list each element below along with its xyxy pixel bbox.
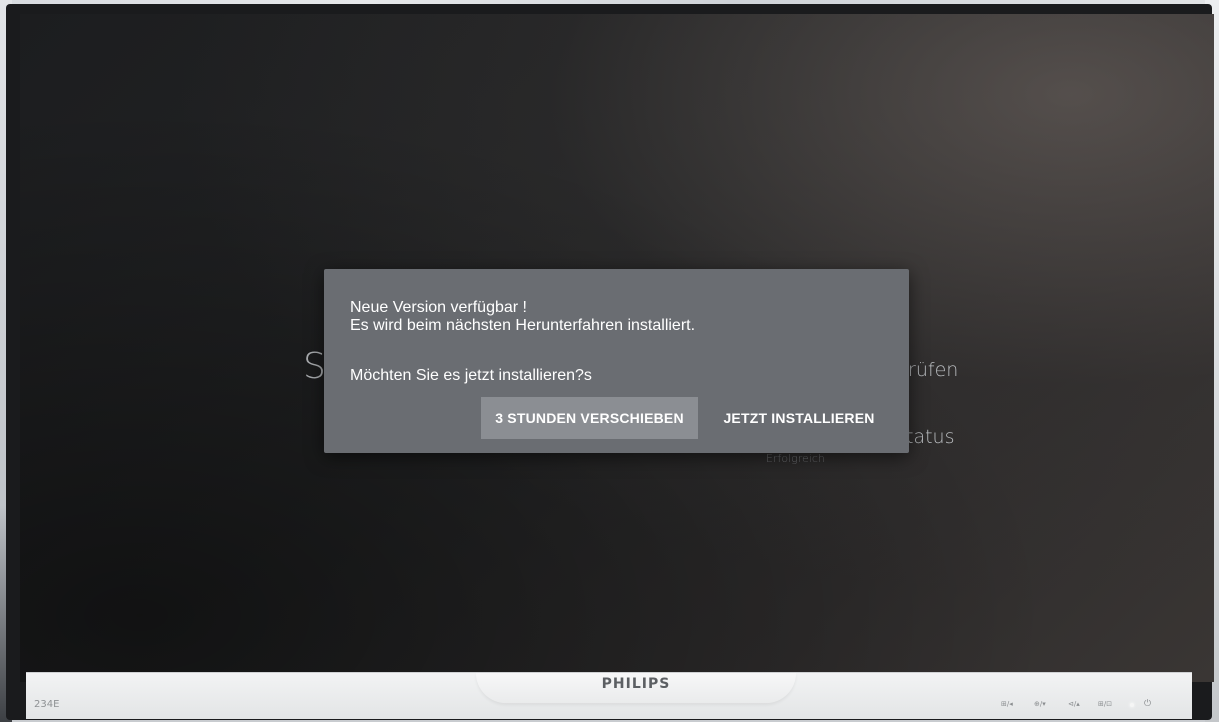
dialog-message: Es wird beim nächsten Herunterfahren ins… bbox=[350, 317, 696, 334]
dialog-question: Möchten Sie es jetzt installieren?s bbox=[350, 367, 592, 384]
monitor-bottom-bezel: PHILIPS 234E ⊞/◂ ⊕/▾ ⊲/▴ ⊞/⊡ ⏻ bbox=[26, 672, 1192, 719]
postpone-button[interactable]: 3 STUNDEN VERSCHIEBEN bbox=[481, 397, 698, 439]
background-status-value: Erfolgreich bbox=[766, 452, 825, 465]
monitor-frame: S prüfen tatus Erfolgreich Neue Version … bbox=[6, 4, 1214, 720]
power-icon[interactable]: ⏻ bbox=[1144, 699, 1151, 709]
update-dialog: Neue Version verfügbar ! Es wird beim nä… bbox=[324, 269, 909, 453]
monitor-input-button[interactable]: ⊕/▾ bbox=[1034, 700, 1046, 708]
background-title-fragment: S bbox=[303, 346, 326, 387]
power-led-icon bbox=[1130, 703, 1134, 707]
monitor-mode-button[interactable]: ⊞/⊡ bbox=[1098, 700, 1112, 708]
install-now-button[interactable]: JETZT INSTALLIEREN bbox=[710, 397, 888, 439]
monitor-menu-button[interactable]: ⊞/◂ bbox=[1001, 700, 1013, 708]
monitor-model-label: 234E bbox=[34, 699, 60, 710]
screen: S prüfen tatus Erfolgreich Neue Version … bbox=[20, 14, 1214, 682]
background-status-item[interactable]: tatus bbox=[906, 426, 954, 448]
monitor-back-button[interactable]: ⊲/▴ bbox=[1068, 700, 1080, 708]
dialog-headline: Neue Version verfügbar ! bbox=[350, 299, 527, 316]
monitor-brand-logo: PHILIPS bbox=[601, 676, 671, 692]
